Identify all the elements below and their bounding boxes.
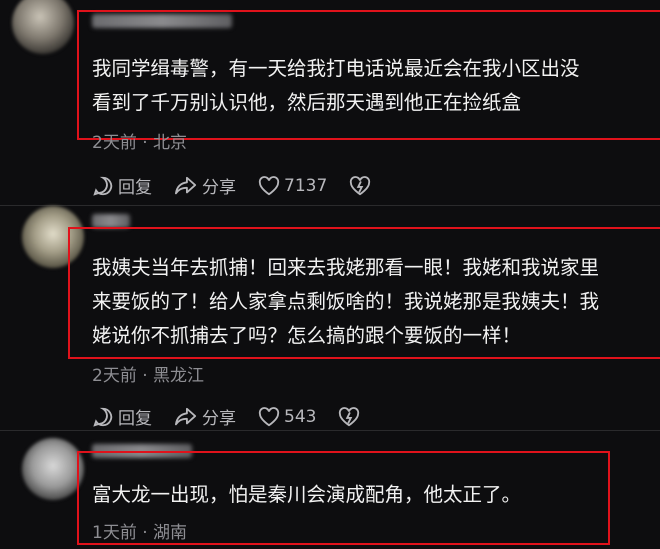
share-button[interactable]: 分享 — [174, 173, 236, 198]
comment-text-line: 富大龙一出现，怕是秦川会演成配角，他太正了。 — [92, 483, 522, 506]
comment-text-line: 看到了千万别认识他，然后那天遇到他正在捡纸盒 — [92, 91, 522, 114]
comment-text: 我姨夫当年去抓捕！回来去我姥那看一眼！我姥和我说家里 来要饭的了！给人家拿点剩饭… — [92, 251, 660, 353]
reply-button[interactable]: 回复 — [92, 404, 152, 429]
dislike-button[interactable] — [349, 175, 375, 196]
like-count: 543 — [284, 406, 317, 427]
comment-text-line: 姥说你不抓捕去了吗？怎么搞的跟个要饭的一样！ — [92, 324, 522, 347]
like-icon — [258, 175, 280, 195]
avatar[interactable] — [12, 0, 74, 54]
comment-text-line: 来要饭的了！给人家拿点剩饭啥的！我说姥那是我姨夫！我 — [92, 290, 600, 313]
reply-icon — [93, 407, 113, 427]
reply-icon — [93, 176, 113, 196]
comment-text: 富大龙一出现，怕是秦川会演成配角，他太正了。 — [92, 478, 602, 512]
comment-text-line: 我姨夫当年去抓捕！回来去我姥那看一眼！我姥和我说家里 — [92, 256, 600, 279]
dislike-icon — [350, 175, 371, 195]
like-icon — [258, 406, 280, 426]
comment-meta: 1天前 · 湖南 — [92, 523, 188, 543]
reply-label: 回复 — [118, 178, 152, 198]
avatar[interactable] — [22, 438, 84, 500]
dislike-icon — [339, 406, 360, 426]
share-button[interactable]: 分享 — [174, 404, 236, 429]
dislike-button[interactable] — [338, 406, 364, 427]
comment-text-line: 我同学缉毒警，有一天给我打电话说最近会在我小区出没 — [92, 57, 580, 80]
reply-button[interactable]: 回复 — [92, 173, 152, 198]
share-label: 分享 — [202, 409, 236, 429]
like-button[interactable]: 7137 — [258, 176, 327, 196]
username-blurred[interactable] — [92, 214, 130, 228]
comment-actions: 回复 分享 7137 — [92, 173, 397, 198]
like-count: 7137 — [284, 175, 328, 196]
reply-label: 回复 — [118, 409, 152, 429]
like-button[interactable]: 543 — [258, 407, 316, 427]
share-label: 分享 — [202, 178, 236, 198]
share-icon — [175, 176, 197, 194]
divider — [0, 430, 660, 431]
comment-actions: 回复 分享 543 — [92, 404, 386, 429]
comment-meta: 2天前 · 北京 — [92, 133, 188, 153]
comment-text: 我同学缉毒警，有一天给我打电话说最近会在我小区出没 看到了千万别认识他，然后那天… — [92, 52, 660, 120]
share-icon — [175, 407, 197, 425]
comment-meta: 2天前 · 黑龙江 — [92, 366, 205, 386]
divider — [0, 205, 660, 206]
